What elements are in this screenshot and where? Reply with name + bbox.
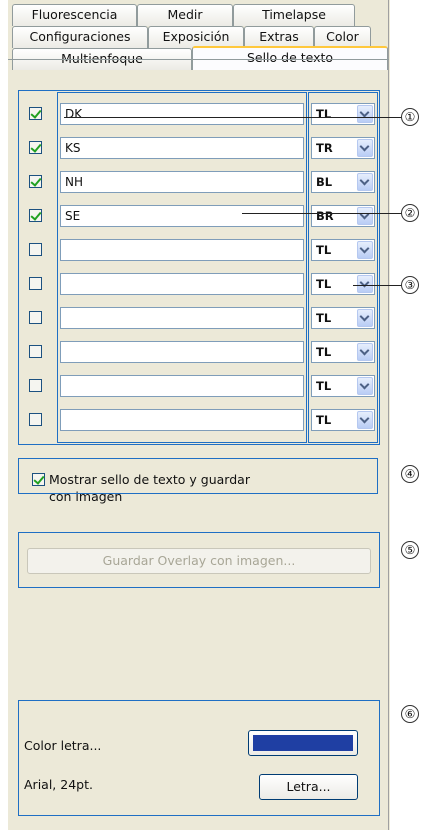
- stamp-text-input[interactable]: KS: [60, 137, 304, 159]
- save-overlay-button[interactable]: Guardar Overlay con imagen...: [27, 548, 371, 574]
- stamp-position-select[interactable]: TL: [311, 409, 375, 431]
- stamp-position-select[interactable]: TR: [311, 137, 375, 159]
- stamp-position-value: TL: [316, 345, 332, 359]
- tab-exposicion[interactable]: Exposición: [148, 26, 244, 48]
- callout-line-2: [242, 213, 402, 214]
- chevron-down-icon[interactable]: [357, 377, 373, 395]
- chevron-down-icon[interactable]: [357, 139, 373, 157]
- stamp-text-input[interactable]: [60, 273, 304, 295]
- stamp-checkbox[interactable]: [29, 277, 42, 290]
- stamp-text-input[interactable]: [60, 341, 304, 363]
- show-stamp-label-2: con imagen: [49, 489, 123, 504]
- tab-fluorescencia[interactable]: Fluorescencia: [12, 4, 137, 26]
- chevron-down-icon[interactable]: [357, 343, 373, 361]
- callout-line-1: [64, 117, 403, 118]
- chevron-down-icon[interactable]: [357, 173, 373, 191]
- stamp-position-select[interactable]: TL: [311, 307, 375, 329]
- font-color-swatch: [253, 735, 353, 751]
- show-stamp-label-1: Mostrar sello de texto y guardar: [49, 472, 250, 487]
- stamp-position-value: TL: [316, 379, 332, 393]
- stamp-position-select[interactable]: BR: [311, 205, 375, 227]
- tab-sello-de-texto[interactable]: Sello de texto: [192, 46, 388, 70]
- stamp-position-value: TL: [316, 277, 332, 291]
- stamp-checkbox[interactable]: [29, 107, 42, 120]
- stamp-text-input[interactable]: [60, 239, 304, 261]
- stamp-position-value: TR: [316, 141, 333, 155]
- font-color-button[interactable]: [248, 730, 358, 756]
- stamp-position-value: TL: [316, 107, 332, 121]
- stamp-checkbox[interactable]: [29, 379, 42, 392]
- callout-line-3: [353, 285, 402, 286]
- chevron-down-icon[interactable]: [357, 411, 373, 429]
- font-name-label: Arial, 24pt.: [24, 777, 93, 792]
- stamp-text-input[interactable]: DK: [60, 103, 304, 125]
- stamp-text-input[interactable]: [60, 409, 304, 431]
- stamp-checkbox[interactable]: [29, 243, 42, 256]
- stamp-position-select[interactable]: TL: [311, 273, 375, 295]
- stamp-position-value: TL: [316, 311, 332, 325]
- stamp-position-select[interactable]: TL: [311, 375, 375, 397]
- stamp-text-input[interactable]: [60, 307, 304, 329]
- stamp-text-input[interactable]: [60, 375, 304, 397]
- tab-timelapse[interactable]: Timelapse: [233, 4, 355, 26]
- callout-5: ⑤: [401, 541, 419, 559]
- stamp-position-select[interactable]: BL: [311, 171, 375, 193]
- stamp-checkbox[interactable]: [29, 175, 42, 188]
- panel-edge: [388, 0, 389, 830]
- callout-6: ⑥: [401, 705, 419, 723]
- stamp-position-value: TL: [316, 413, 332, 427]
- stamp-position-value: TL: [316, 243, 332, 257]
- tabs-divider: [8, 59, 389, 60]
- tab-configuraciones[interactable]: Configuraciones: [12, 26, 148, 48]
- tab-color[interactable]: Color: [314, 26, 371, 48]
- stamp-text-input[interactable]: SE: [60, 205, 304, 227]
- stamp-position-select[interactable]: TL: [311, 341, 375, 363]
- stamp-checkbox[interactable]: [29, 413, 42, 426]
- stamp-checkbox[interactable]: [29, 345, 42, 358]
- chevron-down-icon[interactable]: [357, 275, 373, 293]
- show-stamp-checkbox[interactable]: [32, 473, 45, 486]
- stamp-checkbox[interactable]: [29, 141, 42, 154]
- chevron-down-icon[interactable]: [357, 207, 373, 225]
- stamp-position-select[interactable]: TL: [311, 103, 375, 125]
- callout-3: ③: [401, 276, 419, 294]
- chevron-down-icon[interactable]: [357, 241, 373, 259]
- chevron-down-icon[interactable]: [357, 105, 373, 123]
- tab-extras[interactable]: Extras: [244, 26, 314, 48]
- stamp-position-value: BR: [316, 209, 334, 223]
- callout-1: ①: [401, 108, 419, 126]
- callout-4: ④: [401, 465, 419, 483]
- tab-medir[interactable]: Medir: [137, 4, 233, 26]
- stamp-checkbox[interactable]: [29, 209, 42, 222]
- chevron-down-icon[interactable]: [357, 309, 373, 327]
- stamp-position-select[interactable]: TL: [311, 239, 375, 261]
- stamp-text-input[interactable]: NH: [60, 171, 304, 193]
- font-button[interactable]: Letra...: [259, 774, 358, 800]
- font-color-label: Color letra...: [24, 738, 102, 753]
- stamp-position-value: BL: [316, 175, 333, 189]
- callout-2: ②: [401, 204, 419, 222]
- stamp-checkbox[interactable]: [29, 311, 42, 324]
